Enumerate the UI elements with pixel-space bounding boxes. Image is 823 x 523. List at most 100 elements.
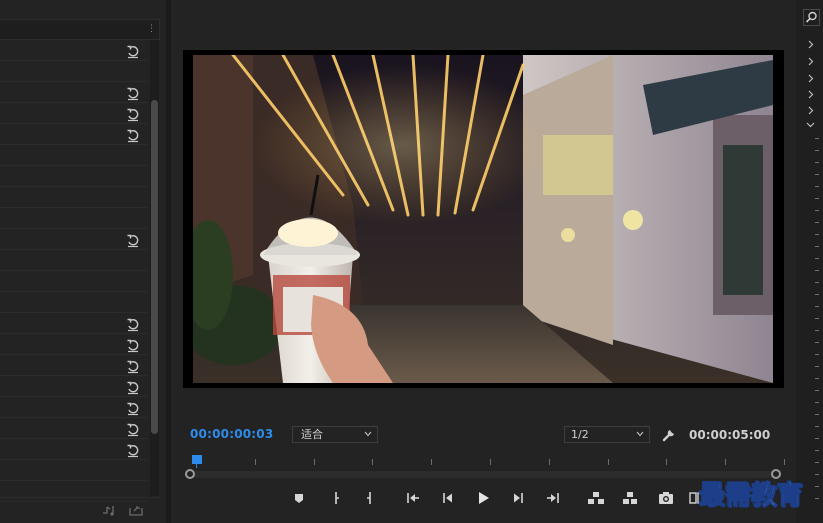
time-ruler[interactable] — [184, 455, 785, 469]
current-timecode[interactable]: 00:00:00:03 — [190, 427, 273, 441]
ruler-tick — [431, 459, 433, 465]
reset-icon[interactable] — [126, 339, 140, 353]
effect-property-row[interactable] — [0, 61, 148, 82]
search-icon[interactable] — [803, 9, 820, 26]
duration-timecode: 00:00:05:00 — [689, 428, 771, 442]
mark-in-icon[interactable] — [328, 489, 346, 507]
ruler-tick — [784, 459, 785, 465]
video-frame-image — [193, 55, 773, 383]
chevron-right-icon[interactable] — [806, 74, 815, 83]
strip-tick — [815, 246, 819, 247]
strip-tick — [815, 258, 819, 259]
chevron-right-icon[interactable] — [806, 106, 815, 115]
strip-tick — [815, 426, 819, 427]
strip-tick — [815, 450, 819, 451]
effect-property-row[interactable] — [0, 460, 148, 481]
zoom-scroll-bar[interactable] — [190, 471, 777, 478]
strip-tick — [815, 162, 819, 163]
ruler-tick — [372, 459, 374, 465]
strip-tick — [815, 222, 819, 223]
reset-icon[interactable] — [126, 360, 140, 374]
reset-icon[interactable] — [126, 108, 140, 122]
chevron-right-icon[interactable] — [806, 40, 815, 49]
zoom-fit-select[interactable]: 适合 — [292, 426, 378, 443]
strip-tick — [815, 462, 819, 463]
effect-property-row[interactable] — [0, 145, 148, 166]
strip-tick — [815, 294, 819, 295]
strip-tick — [815, 414, 819, 415]
export-clip-icon[interactable] — [128, 504, 144, 517]
strip-tick — [815, 186, 819, 187]
reset-icon[interactable] — [126, 444, 140, 458]
strip-tick — [815, 270, 819, 271]
effect-property-row[interactable] — [0, 166, 148, 187]
chevron-down-icon[interactable] — [806, 120, 815, 129]
strip-tick — [815, 486, 819, 487]
video-viewport — [183, 50, 784, 388]
scrollbar-thumb[interactable] — [151, 100, 158, 434]
reset-icon[interactable] — [126, 234, 140, 248]
zoom-fit-value: 适合 — [301, 428, 323, 441]
chevron-right-icon[interactable] — [806, 57, 815, 66]
reset-icon[interactable] — [126, 423, 140, 437]
playhead-line — [196, 463, 197, 468]
playhead[interactable] — [192, 455, 202, 464]
playback-resolution-select[interactable]: 1/2 — [564, 426, 650, 443]
reset-icon[interactable] — [126, 402, 140, 416]
ruler-tick — [490, 459, 491, 465]
strip-tick — [815, 438, 819, 439]
effect-property-row[interactable] — [0, 187, 148, 208]
strip-tick — [815, 498, 819, 499]
premiere-workspace: ⋮ 00:00:00:03 适合 1/2 00:00:05:00 最需教育 — [0, 0, 823, 523]
go-to-in-icon[interactable] — [404, 489, 422, 507]
strip-tick — [815, 330, 819, 331]
watermark-logo: 最需教育 — [698, 481, 804, 512]
strip-tick — [815, 390, 819, 391]
add-marker-icon[interactable] — [290, 489, 308, 507]
ruler-tick — [725, 459, 727, 465]
panel-grip-icon[interactable]: ⋮ — [147, 24, 156, 34]
strip-tick — [815, 306, 819, 307]
chevron-down-icon — [636, 431, 644, 437]
chevron-right-icon[interactable] — [806, 90, 815, 99]
play-icon[interactable] — [474, 489, 492, 507]
reset-icon[interactable] — [126, 129, 140, 143]
settings-wrench-icon[interactable] — [662, 427, 677, 442]
strip-tick — [815, 354, 819, 355]
step-back-icon[interactable] — [439, 489, 457, 507]
ruler-tick — [666, 459, 668, 465]
effect-property-row[interactable] — [0, 271, 148, 292]
audio-filter-icon[interactable] — [102, 504, 118, 517]
strip-tick — [815, 282, 819, 283]
ruler-tick — [548, 459, 550, 465]
strip-tick — [815, 234, 819, 235]
effect-property-row[interactable] — [0, 292, 148, 313]
zoom-start-handle[interactable] — [185, 469, 195, 479]
reset-icon[interactable] — [126, 45, 140, 59]
effect-controls-panel: ⋮ — [0, 0, 166, 523]
reset-icon[interactable] — [126, 87, 140, 101]
ruler-tick — [607, 459, 609, 465]
effect-controls-header: ⋮ — [0, 19, 160, 40]
playback-resolution-value: 1/2 — [571, 428, 589, 441]
strip-tick — [815, 210, 819, 211]
extract-icon[interactable] — [621, 489, 639, 507]
mark-out-icon[interactable] — [360, 489, 378, 507]
ruler-tick — [254, 459, 256, 465]
effect-property-row[interactable] — [0, 208, 148, 229]
step-forward-icon[interactable] — [509, 489, 527, 507]
reset-icon[interactable] — [126, 318, 140, 332]
lift-icon[interactable] — [587, 489, 605, 507]
strip-tick — [815, 342, 819, 343]
strip-tick — [815, 378, 819, 379]
ruler-tick — [313, 459, 315, 465]
export-frame-icon[interactable] — [657, 489, 675, 507]
strip-tick — [815, 474, 819, 475]
strip-tick — [815, 402, 819, 403]
program-monitor: 00:00:00:03 适合 1/2 00:00:05:00 — [171, 0, 796, 523]
strip-tick — [815, 150, 819, 151]
go-to-out-icon[interactable] — [544, 489, 562, 507]
strip-tick — [815, 318, 819, 319]
reset-icon[interactable] — [126, 381, 140, 395]
effect-property-row[interactable] — [0, 250, 148, 271]
